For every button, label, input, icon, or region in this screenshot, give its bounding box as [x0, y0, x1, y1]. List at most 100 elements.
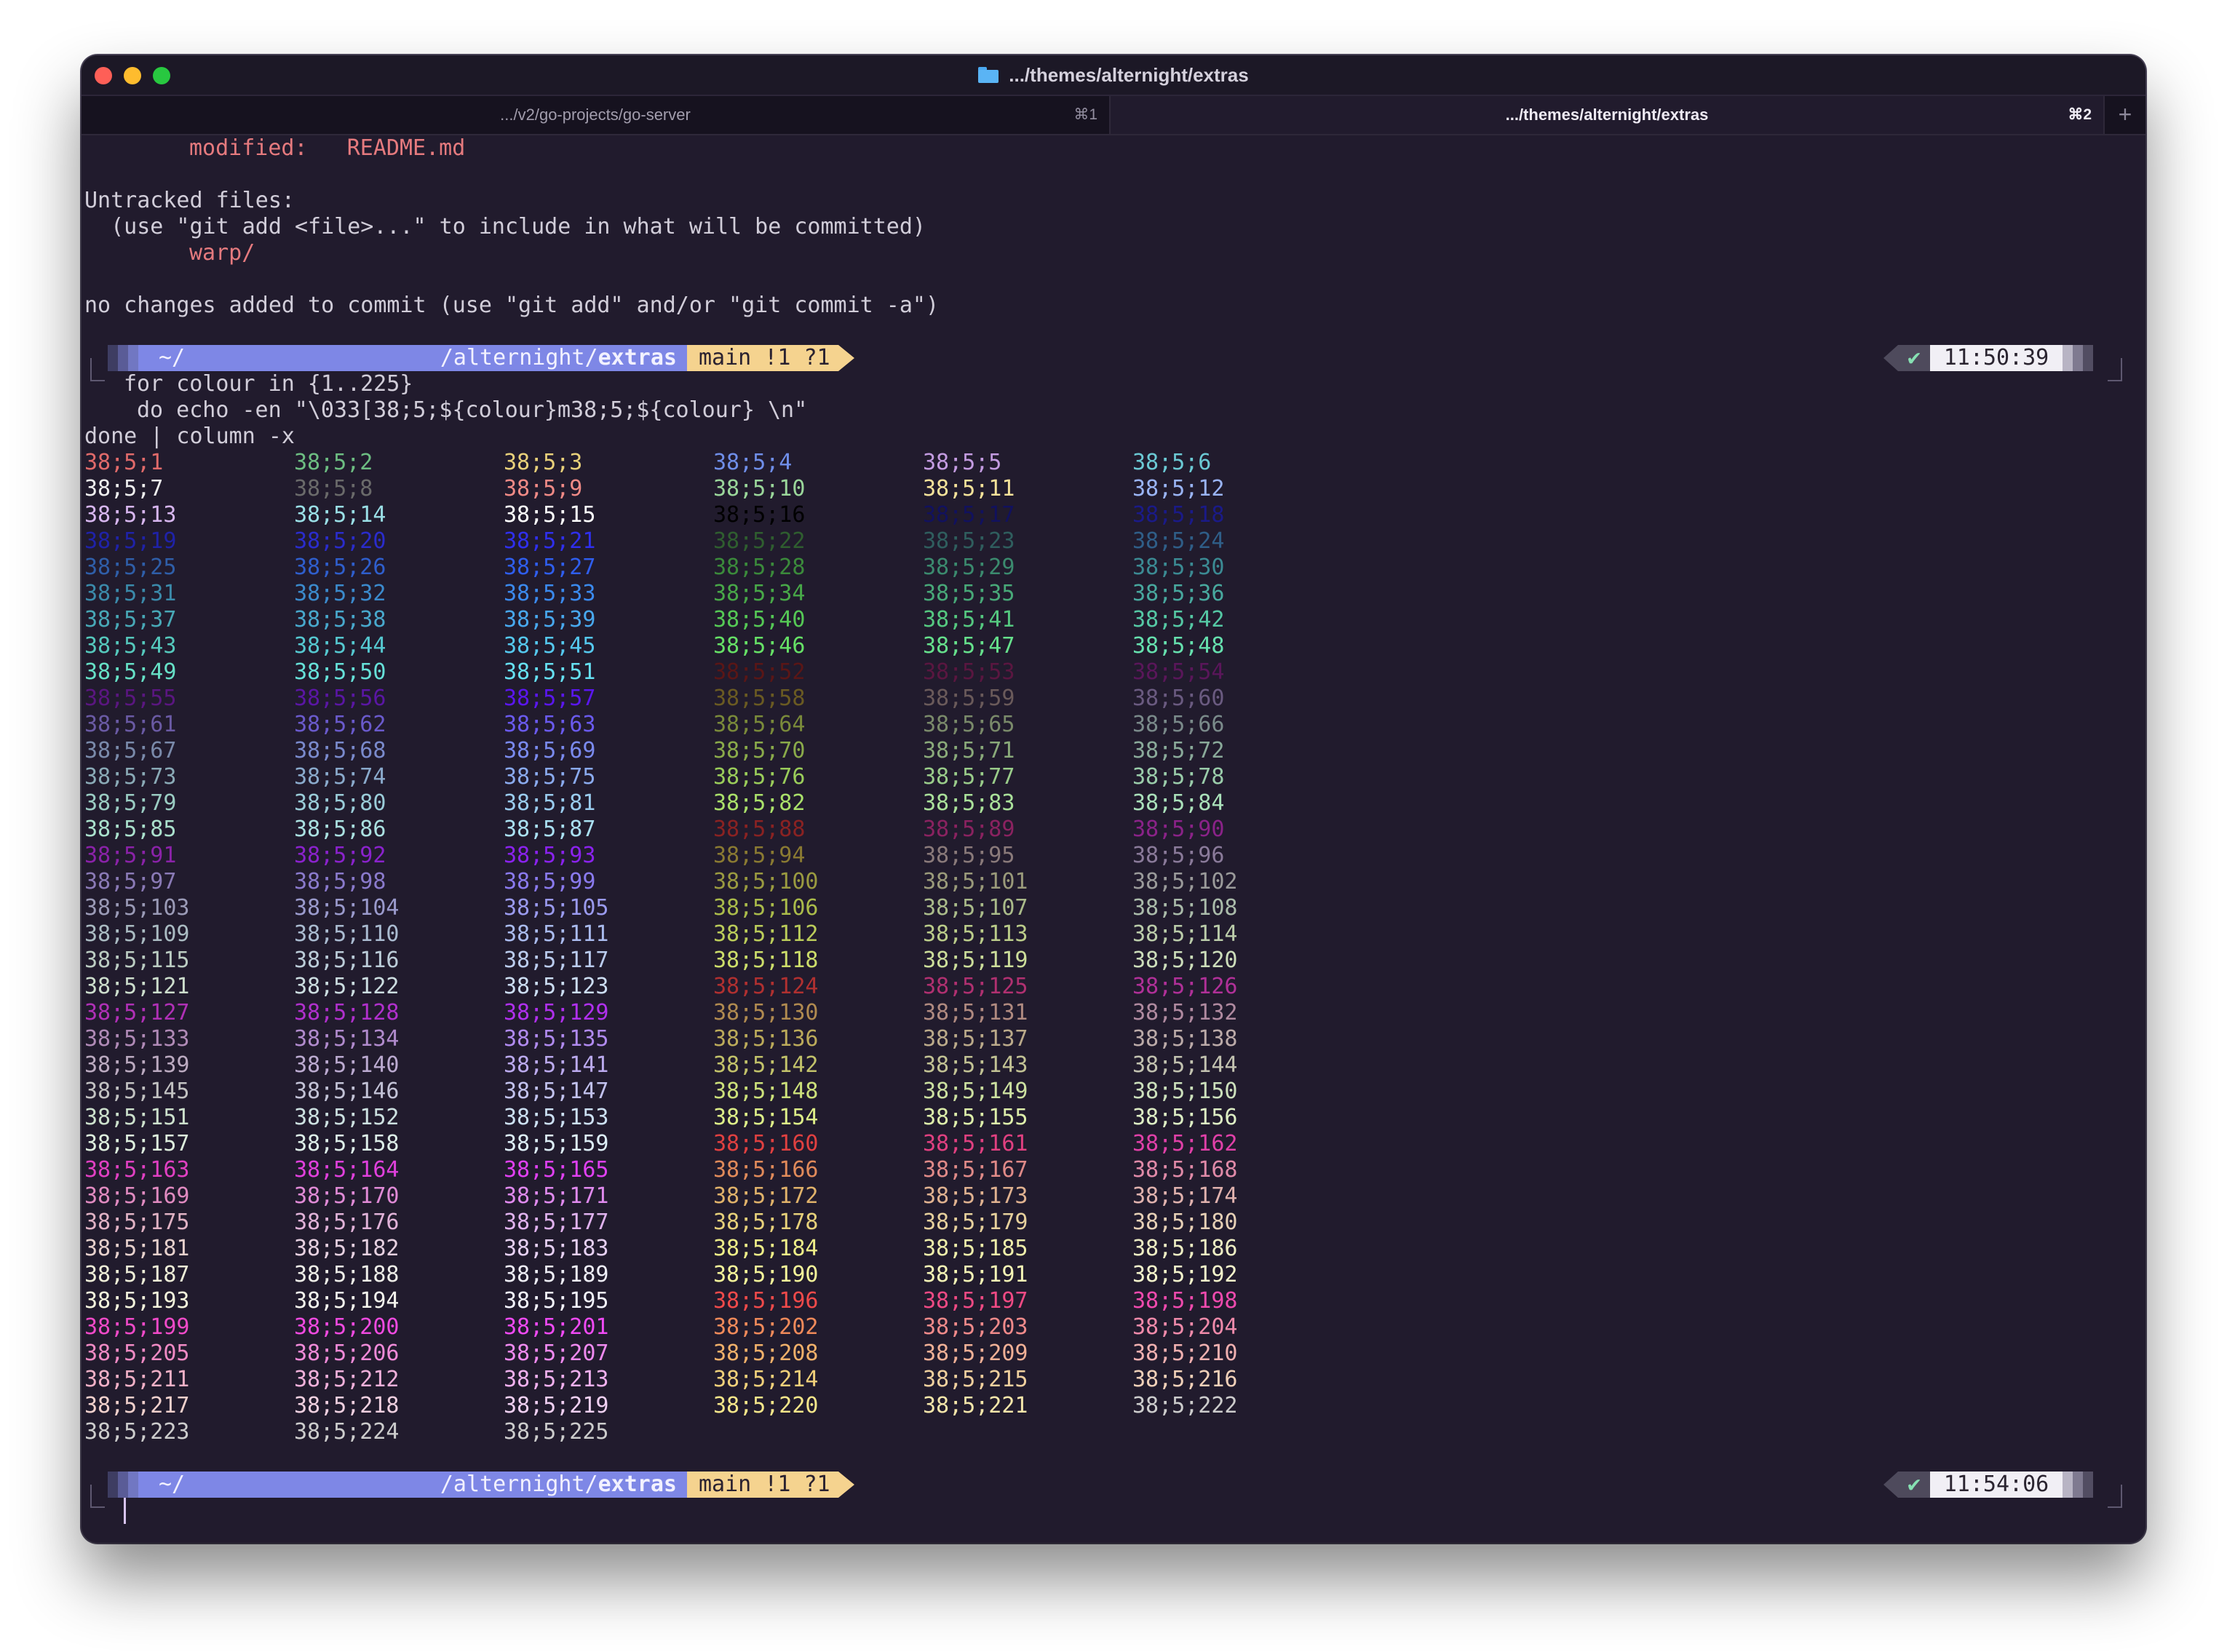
colour-sample: 38;5;65: [923, 712, 1015, 737]
status-arrow: [1883, 345, 1898, 371]
modified-line: modified: README.md: [189, 135, 465, 162]
colour-sample: 38;5;182: [294, 1236, 400, 1261]
colour-sample: 38;5;202: [713, 1314, 819, 1340]
colour-sample: 38;5;31: [84, 581, 177, 606]
colour-sample: 38;5;20: [294, 528, 386, 554]
colour-sample: 38;5;29: [923, 555, 1015, 580]
prompt-line-current: ~/ /alternight/extras main !1 ?1 ✔ 11:54…: [82, 1472, 2145, 1508]
colour-sample: 38;5;225: [504, 1419, 609, 1445]
colour-sample: 38;5;197: [923, 1288, 1028, 1314]
colour-sample: 38;5;194: [294, 1288, 400, 1314]
colour-sample: 38;5;28: [713, 555, 806, 580]
colour-sample: 38;5;224: [294, 1419, 400, 1445]
colour-sample: 38;5;198: [1132, 1288, 1238, 1314]
colour-sample: 38;5;220: [713, 1393, 819, 1418]
command-line-2: do echo -en "\033[38;5;${colour}m38;5;${…: [137, 397, 808, 423]
window-title-group: .../themes/alternight/extras: [82, 55, 2145, 95]
colour-sample: 38;5;86: [294, 817, 386, 842]
colour-sample: 38;5;135: [504, 1026, 609, 1052]
colour-sample: 38;5;19: [84, 528, 177, 554]
colour-sample: 38;5;217: [84, 1393, 190, 1418]
colour-sample: 38;5;35: [923, 581, 1015, 606]
colour-sample: 38;5;219: [504, 1393, 609, 1418]
colour-sample: 38;5;69: [504, 738, 596, 763]
colour-sample: 38;5;33: [504, 581, 596, 606]
colour-sample: 38;5;108: [1132, 895, 1238, 921]
prompt-line: ~/ /alternight/extras main !1 ?1 ✔ 11:50…: [82, 345, 2145, 381]
prompt-home: ~/: [159, 1472, 186, 1497]
colour-sample: 38;5;55: [84, 686, 177, 711]
colour-sample: 38;5;121: [84, 974, 190, 999]
colour-sample: 38;5;190: [713, 1262, 819, 1287]
colour-sample: 38;5;155: [923, 1105, 1028, 1130]
colour-sample: 38;5;122: [294, 974, 400, 999]
colour-sample: 38;5;8: [294, 476, 373, 501]
colour-sample: 38;5;214: [713, 1367, 819, 1392]
prompt-home: ~/: [159, 345, 186, 370]
colour-sample: 38;5;133: [84, 1026, 190, 1052]
colour-sample: 38;5;100: [713, 869, 819, 894]
no-changes-line: no changes added to commit (use "git add…: [84, 293, 939, 318]
colour-sample: 38;5;127: [84, 1000, 190, 1025]
colour-sample: 38;5;16: [713, 502, 806, 528]
tab-bar: .../v2/go-projects/go-server ⌘1 .../them…: [82, 96, 2145, 135]
colour-sample: 38;5;89: [923, 817, 1015, 842]
colour-sample: 38;5;22: [713, 528, 806, 554]
colour-sample: 38;5;162: [1132, 1131, 1238, 1156]
colour-sample: 38;5;149: [923, 1079, 1028, 1104]
colour-sample: 38;5;23: [923, 528, 1015, 554]
colour-sample: 38;5;21: [504, 528, 596, 554]
colour-sample: 38;5;222: [1132, 1393, 1238, 1418]
colour-sample: 38;5;18: [1132, 502, 1225, 528]
text-cursor[interactable]: [124, 1498, 126, 1524]
colour-sample: 38;5;173: [923, 1183, 1028, 1209]
colour-sample: 38;5;49: [84, 659, 177, 685]
colour-sample: 38;5;192: [1132, 1262, 1238, 1287]
colour-sample: 38;5;50: [294, 659, 386, 685]
terminal-output[interactable]: modified: README.md Untracked files: (us…: [82, 135, 2145, 1543]
colour-sample: 38;5;184: [713, 1236, 819, 1261]
colour-sample: 38;5;143: [923, 1052, 1028, 1078]
colour-sample: 38;5;13: [84, 502, 177, 528]
colour-sample: 38;5;167: [923, 1157, 1028, 1183]
colour-sample: 38;5;120: [1132, 948, 1238, 973]
title-bar: .../themes/alternight/extras: [82, 55, 2145, 96]
tab-label: .../v2/go-projects/go-server: [500, 106, 691, 124]
folder-icon: [978, 67, 999, 83]
colour-sample: 38;5;47: [923, 633, 1015, 659]
colour-sample: 38;5;151: [84, 1105, 190, 1130]
tab-alternight-extras[interactable]: .../themes/alternight/extras ⌘2: [1111, 96, 2103, 134]
colour-sample: 38;5;67: [84, 738, 177, 763]
colour-sample: 38;5;92: [294, 843, 386, 868]
prompt-path-current: extras: [598, 345, 677, 370]
prompt-path: /alternight/extras: [440, 1472, 677, 1498]
prompt-bracket-left: [90, 358, 105, 381]
colour-sample: 38;5;124: [713, 974, 819, 999]
colour-sample: 38;5;147: [504, 1079, 609, 1104]
colour-sample: 38;5;37: [84, 607, 177, 632]
colour-sample: 38;5;123: [504, 974, 609, 999]
colour-sample: 38;5;159: [504, 1131, 609, 1156]
colour-sample: 38;5;157: [84, 1131, 190, 1156]
colour-sample: 38;5;72: [1132, 738, 1225, 763]
colour-sample: 38;5;189: [504, 1262, 609, 1287]
colour-sample: 38;5;193: [84, 1288, 190, 1314]
colour-sample: 38;5;66: [1132, 712, 1225, 737]
colour-sample: 38;5;112: [713, 921, 819, 947]
new-tab-button[interactable]: +: [2103, 96, 2145, 134]
colour-sample: 38;5;213: [504, 1367, 609, 1392]
tab-go-server[interactable]: .../v2/go-projects/go-server ⌘1: [82, 96, 1111, 134]
colour-sample: 38;5;203: [923, 1314, 1028, 1340]
colour-sample: 38;5;40: [713, 607, 806, 632]
colour-sample: 38;5;102: [1132, 869, 1238, 894]
colour-sample: 38;5;119: [923, 948, 1028, 973]
checkmark-icon: ✔: [1898, 345, 1930, 371]
colour-sample: 38;5;95: [923, 843, 1015, 868]
untracked-header: Untracked files:: [84, 188, 295, 213]
colour-sample: 38;5;26: [294, 555, 386, 580]
colour-sample: 38;5;129: [504, 1000, 609, 1025]
colour-sample: 38;5;15: [504, 502, 596, 528]
colour-sample: 38;5;88: [713, 817, 806, 842]
colour-sample: 38;5;1: [84, 450, 164, 475]
colour-sample: 38;5;179: [923, 1210, 1028, 1235]
